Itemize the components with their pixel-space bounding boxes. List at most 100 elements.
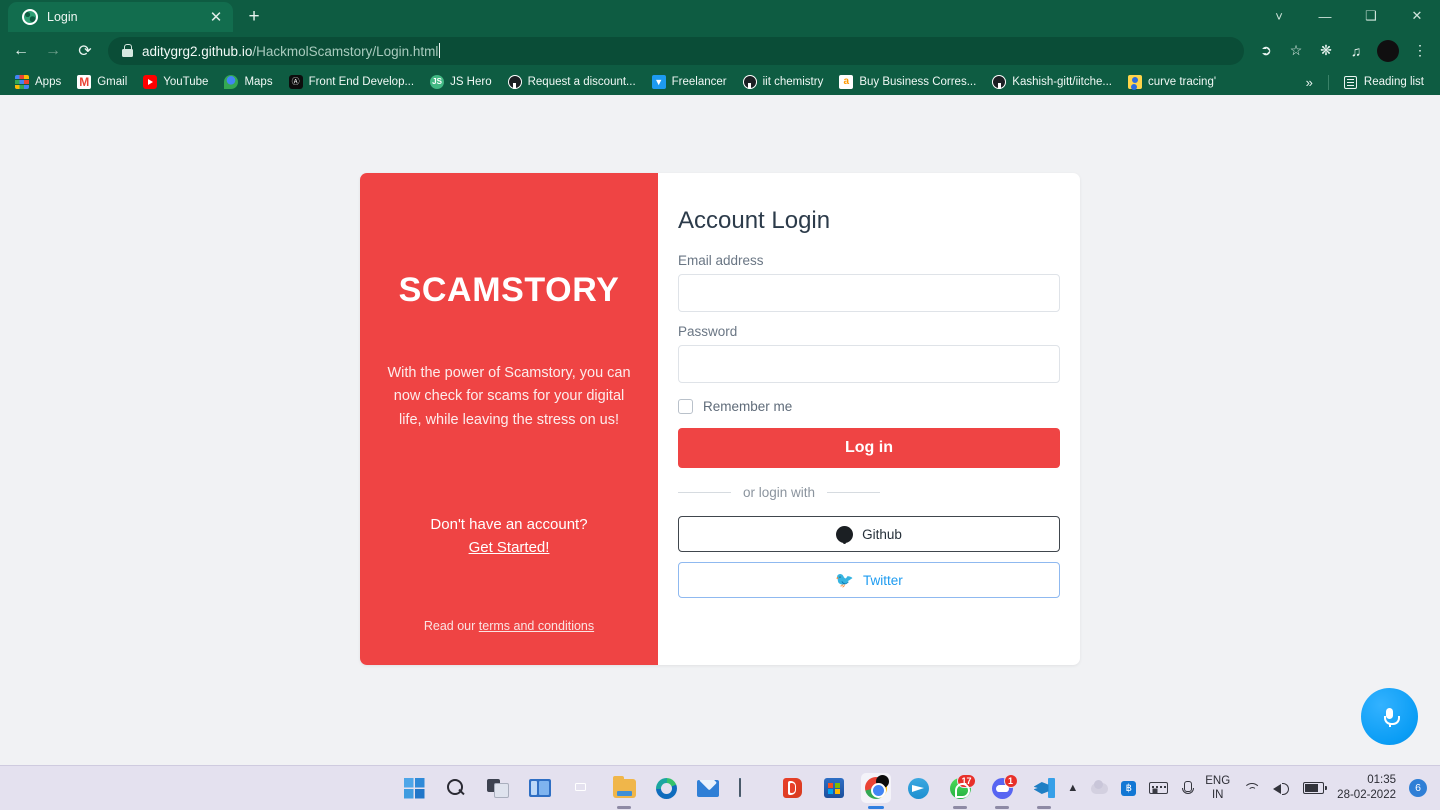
toolbar-icons: ➲ ☆ ❋ ♫ ⋮: [1252, 37, 1434, 65]
three-dot-menu-icon[interactable]: ⋮: [1406, 37, 1434, 65]
mail-icon: [697, 779, 719, 797]
page-title: Account Login: [678, 207, 831, 234]
browser-window: Login ✕ + ˅ — ❑ ✕ ← → ⟳ aditygrg2.github…: [0, 0, 1440, 765]
reading-list-label[interactable]: Reading list: [1364, 76, 1424, 88]
language-indicator[interactable]: ENG IN: [1205, 774, 1230, 803]
media-control-icon[interactable]: ♫: [1342, 37, 1370, 65]
terms-and-conditions-link[interactable]: terms and conditions: [479, 619, 594, 633]
edge-button[interactable]: [651, 773, 681, 803]
microphone-icon: [1383, 707, 1400, 727]
voice-mic-fab[interactable]: [1361, 688, 1418, 745]
bookmark-gmail[interactable]: Gmail: [70, 72, 134, 92]
youtube-icon: [143, 75, 158, 89]
microphone-icon[interactable]: [1181, 780, 1194, 796]
bookmark-maps[interactable]: Maps: [217, 72, 279, 92]
github-login-button[interactable]: Github: [678, 516, 1060, 552]
clock-time: 01:35: [1367, 774, 1396, 787]
office-button[interactable]: [777, 773, 807, 803]
chrome-button[interactable]: [861, 773, 891, 809]
bookmark-apps[interactable]: Apps: [8, 72, 68, 92]
maximize-icon[interactable]: ❑: [1348, 0, 1394, 32]
notification-badge: 1: [1003, 773, 1018, 788]
github-icon: [836, 525, 854, 544]
login-button[interactable]: Log in: [678, 428, 1060, 468]
github-login-label: Github: [862, 526, 902, 542]
mail-button[interactable]: [693, 773, 723, 803]
bookmark-buy-business-correspondence[interactable]: a Buy Business Corres...: [832, 72, 983, 92]
brand-title: SCAMSTORY: [398, 271, 620, 309]
bookmark-curve-tracing[interactable]: curve tracing': [1121, 72, 1223, 92]
bookmark-request-a-discount[interactable]: Request a discount...: [501, 72, 643, 92]
file-explorer-button[interactable]: [609, 773, 639, 809]
divider-label: or login with: [743, 485, 816, 500]
chevron-down-icon[interactable]: ˅: [1256, 0, 1302, 32]
bookmark-iit-chemistry[interactable]: iit chemistry: [736, 72, 831, 92]
bookmark-freelancer[interactable]: ▼ Freelancer: [645, 72, 734, 92]
start-button[interactable]: [399, 773, 429, 803]
password-field[interactable]: [678, 345, 1060, 383]
bookmarks-overflow-button[interactable]: »: [1306, 75, 1313, 90]
dark-a-icon: Ⓐ: [288, 75, 303, 89]
gmail-icon: [77, 75, 92, 89]
bookmark-front-end-development[interactable]: Ⓐ Front End Develop...: [282, 72, 421, 92]
share-icon[interactable]: ➲: [1252, 37, 1280, 65]
clock[interactable]: 01:35 28-02-2022: [1337, 773, 1396, 803]
notification-center-badge[interactable]: 6: [1409, 779, 1427, 797]
store-icon: [824, 778, 844, 798]
amazon-icon: a: [839, 75, 854, 89]
whatsapp-button[interactable]: 17: [945, 773, 976, 809]
page-viewport: SCAMSTORY With the power of Scamstory, y…: [0, 95, 1440, 765]
clock-date: 28-02-2022: [1337, 789, 1396, 801]
discord-button[interactable]: 1: [987, 773, 1018, 809]
new-tab-button[interactable]: +: [239, 2, 269, 32]
login-card: SCAMSTORY With the power of Scamstory, y…: [360, 173, 1080, 666]
cloud-icon[interactable]: [1091, 779, 1109, 794]
bookmark-youtube[interactable]: YouTube: [136, 72, 215, 92]
chevron-up-icon[interactable]: ▲: [1067, 782, 1078, 794]
keyboard-icon[interactable]: [1149, 782, 1169, 794]
js-icon: JS: [430, 75, 445, 89]
browser-tab-login[interactable]: Login ✕: [8, 2, 233, 32]
reload-icon[interactable]: ⟳: [70, 36, 100, 66]
login-form-panel: Account Login Email address Password Rem…: [658, 173, 1080, 665]
search-button[interactable]: [441, 773, 471, 803]
vscode-button[interactable]: [1029, 773, 1059, 809]
monitor-icon: [739, 777, 761, 798]
person-icon: [1128, 75, 1143, 89]
bookmark-js-hero[interactable]: JS JS Hero: [423, 72, 499, 92]
email-field[interactable]: [678, 274, 1060, 312]
reading-list-icon: [1343, 75, 1357, 89]
close-icon[interactable]: ✕: [207, 10, 225, 25]
battery-icon[interactable]: [1303, 782, 1328, 794]
profile-avatar[interactable]: [1377, 39, 1399, 62]
telegram-button[interactable]: [903, 773, 933, 803]
notification-badge: 17: [957, 773, 976, 788]
wifi-icon[interactable]: [1243, 782, 1260, 795]
bluetooth-icon[interactable]: ฿: [1121, 780, 1137, 796]
address-bar[interactable]: aditygrg2.github.io/HackmolScamstory/Log…: [108, 36, 1244, 65]
widgets-button[interactable]: [525, 773, 555, 803]
chat-button[interactable]: [567, 773, 597, 803]
freelancer-icon: ▼: [651, 75, 666, 89]
terms-text: Read our terms and conditions: [423, 619, 595, 634]
microsoft-store-button[interactable]: [819, 773, 849, 803]
window-controls: ˅ — ❑ ✕: [1256, 0, 1440, 32]
get-started-link[interactable]: Get Started!: [469, 539, 550, 556]
arrow-left-icon[interactable]: ←: [6, 36, 36, 66]
extensions-puzzle-icon[interactable]: ❋: [1312, 37, 1340, 65]
twitter-login-button[interactable]: 🐦 Twitter: [678, 562, 1060, 598]
arrow-right-icon[interactable]: →: [38, 36, 68, 66]
task-view-button[interactable]: [483, 773, 513, 803]
minimize-icon[interactable]: —: [1302, 0, 1348, 32]
email-label: Email address: [678, 253, 764, 268]
task-view-icon: [487, 779, 509, 798]
remote-desktop-button[interactable]: [735, 773, 765, 803]
close-icon[interactable]: ✕: [1394, 0, 1440, 32]
remember-me-checkbox[interactable]: [678, 399, 693, 414]
twitter-login-label: Twitter: [862, 572, 903, 588]
bookmark-star-icon[interactable]: ☆: [1282, 37, 1310, 65]
volume-icon[interactable]: [1273, 781, 1290, 795]
lock-icon: [122, 44, 133, 57]
bookmark-kashish-gitt[interactable]: Kashish-gitt/iitche...: [985, 72, 1119, 92]
taskbar-items: 17 1: [381, 773, 1059, 809]
